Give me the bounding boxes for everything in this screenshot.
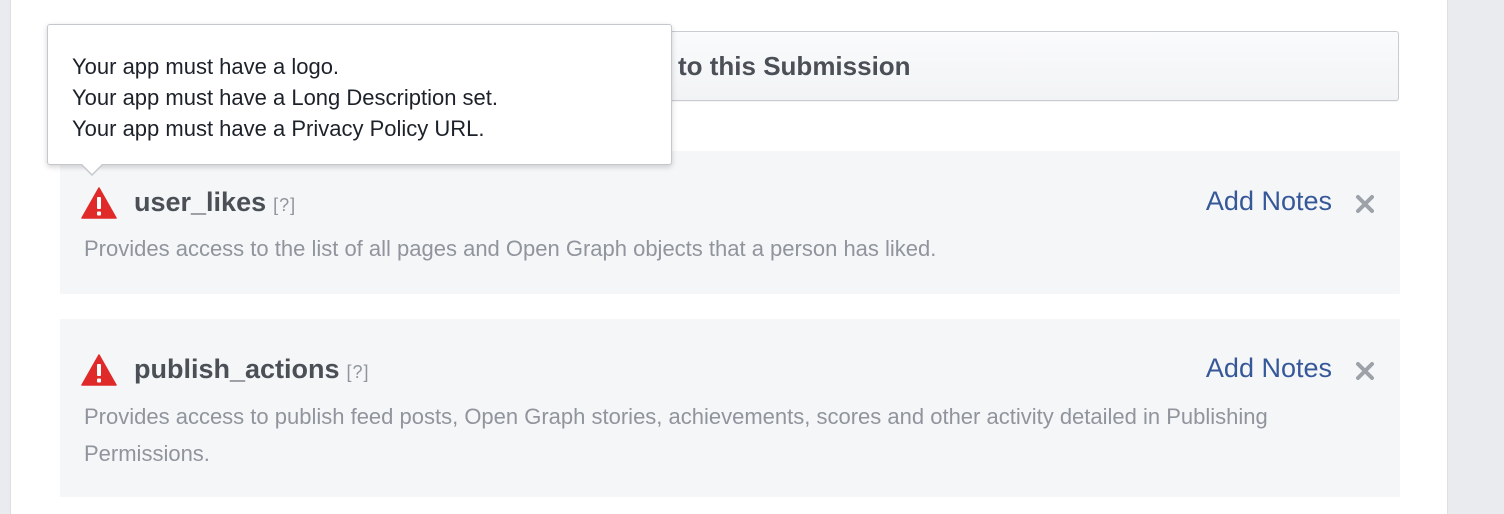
add-to-submission-label: to this Submission	[678, 50, 911, 81]
permission-row-user-likes: user_likes [?] Provides access to the li…	[60, 151, 1400, 294]
permission-row-publish-actions: publish_actions [?] Provides access to p…	[60, 319, 1400, 497]
warning-triangle-icon	[81, 354, 117, 386]
add-to-submission-button[interactable]: to this Submission	[555, 31, 1399, 101]
warning-triangle-icon	[81, 187, 117, 219]
tooltip-line: Your app must have a logo.	[72, 54, 340, 79]
add-notes-link[interactable]: Add Notes	[1206, 353, 1332, 384]
permission-name: publish_actions	[134, 354, 340, 384]
permission-title: user_likes [?]	[134, 187, 296, 218]
add-notes-link[interactable]: Add Notes	[1206, 186, 1332, 217]
close-icon[interactable]	[1352, 358, 1378, 384]
permission-title: publish_actions [?]	[134, 354, 370, 385]
permission-description: Provides access to the list of all pages…	[84, 236, 937, 261]
requirements-tooltip: Your app must have a logo. Your app must…	[47, 24, 672, 176]
tooltip-arrow-fill	[81, 163, 103, 174]
permission-help-link[interactable]: [?]	[347, 362, 370, 383]
permission-description: Provides access to publish feed posts, O…	[84, 404, 1268, 466]
tooltip-line: Your app must have a Privacy Policy URL.	[72, 116, 485, 141]
permission-name: user_likes	[134, 187, 267, 217]
close-icon[interactable]	[1352, 191, 1378, 217]
permission-help-link[interactable]: [?]	[273, 195, 296, 216]
tooltip-line: Your app must have a Long Description se…	[72, 85, 499, 110]
